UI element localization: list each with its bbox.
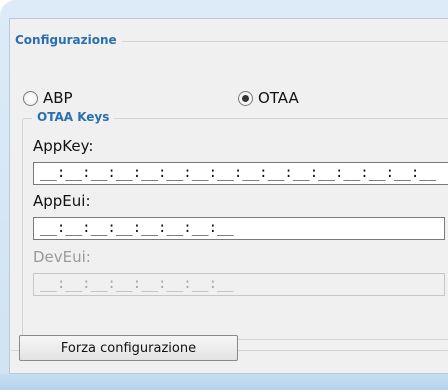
configuration-group-title: Configurazione — [10, 33, 122, 47]
deveui-field: __:__:__:__:__:__:__:__ — [33, 273, 445, 296]
radio-unchecked-icon — [23, 90, 38, 106]
abp-radio-label: ABP — [43, 89, 73, 107]
deveui-label: DevEui: — [33, 248, 91, 266]
otaa-radio[interactable]: OTAA — [238, 89, 299, 107]
radio-selected-dot — [242, 94, 249, 102]
app-window: Configurazione ABP OTAA OTAA Keys AppKey… — [0, 0, 448, 390]
force-configuration-button-label: Forza configurazione — [60, 340, 197, 356]
content-panel: Configurazione ABP OTAA OTAA Keys AppKey… — [9, 18, 448, 374]
abp-radio[interactable]: ABP — [23, 89, 73, 107]
otaa-keys-group: OTAA Keys AppKey: __:__:__:__:__:__:__:_… — [22, 110, 448, 340]
window-bottom-border — [0, 374, 448, 390]
otaa-radio-label: OTAA — [258, 89, 299, 107]
configuration-group: Configurazione ABP OTAA OTAA Keys AppKey… — [10, 33, 448, 351]
appeui-field[interactable]: __:__:__:__:__:__:__:__ — [33, 217, 445, 240]
force-configuration-button[interactable]: Forza configurazione — [19, 335, 238, 361]
appkey-label: AppKey: — [33, 137, 94, 155]
radio-checked-icon — [238, 90, 253, 106]
appkey-field[interactable]: __:__:__:__:__:__:__:__:__:__:__:__:__:_… — [33, 162, 448, 185]
otaa-keys-group-title: OTAA Keys — [32, 110, 115, 124]
appeui-label: AppEui: — [33, 192, 91, 210]
